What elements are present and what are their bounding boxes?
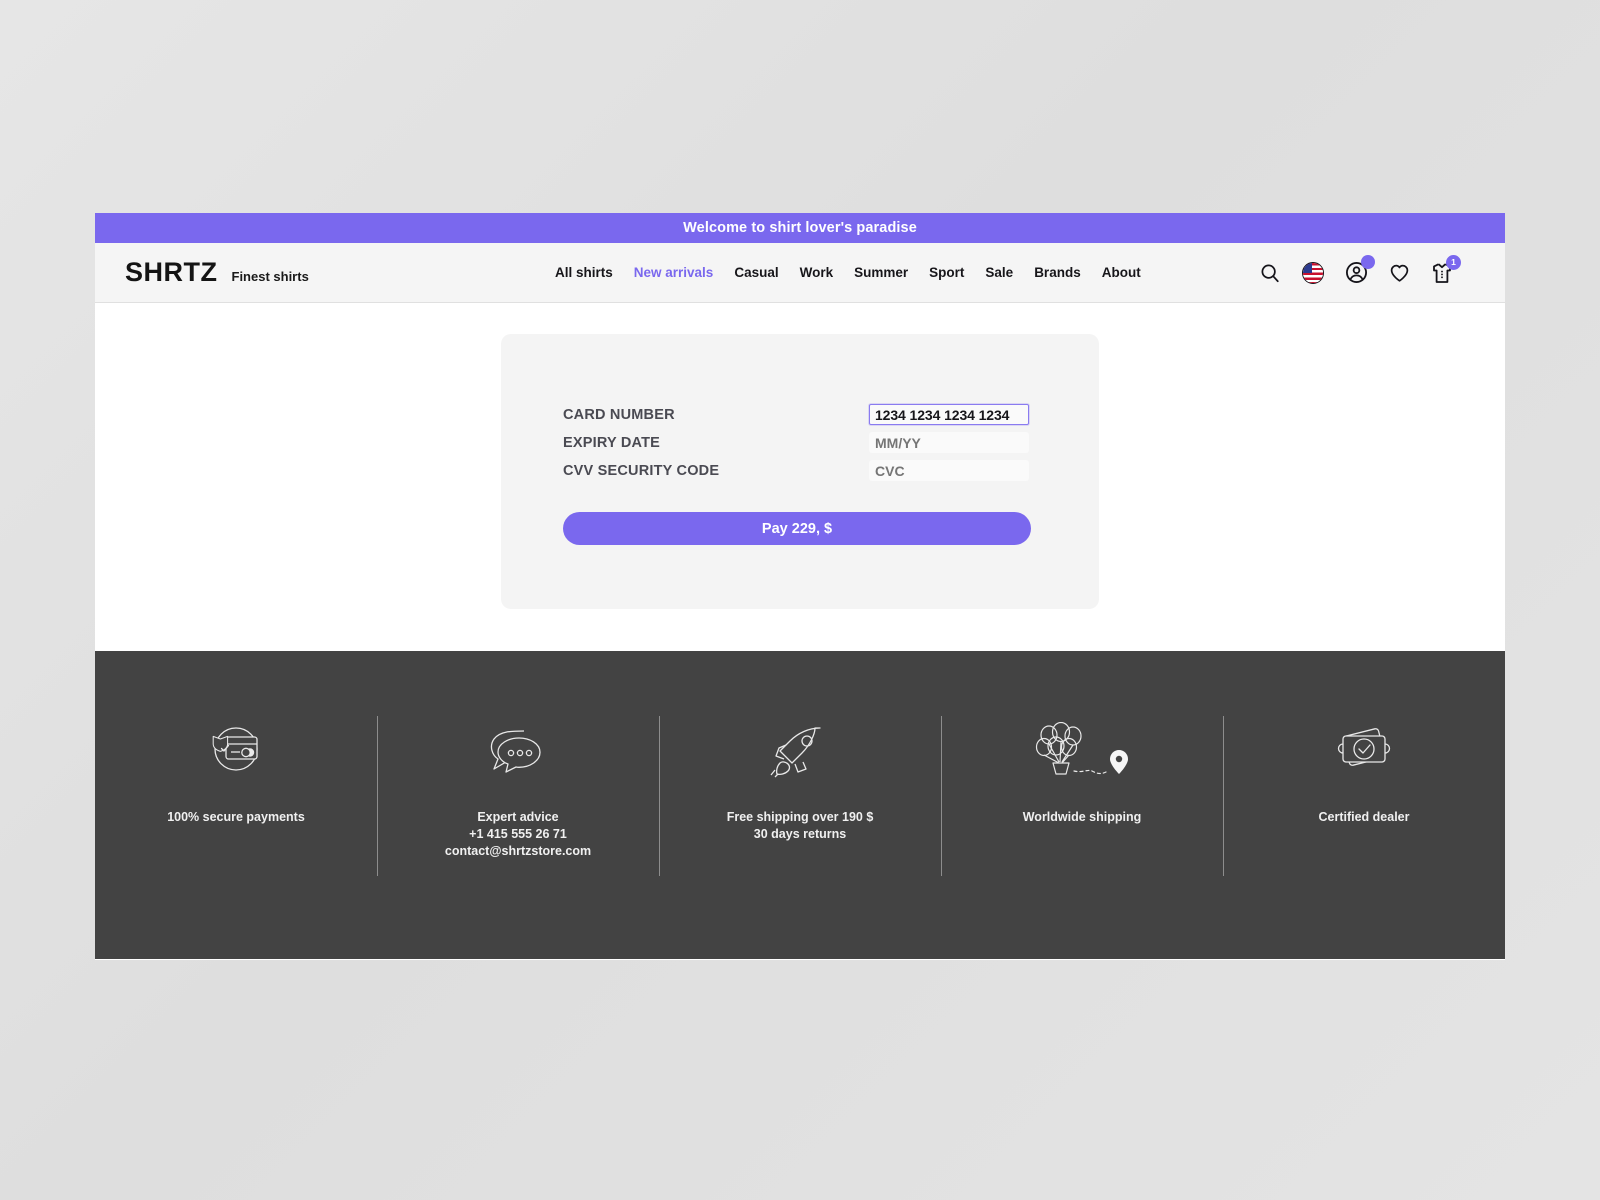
pay-button[interactable]: Pay 229, $ — [563, 512, 1031, 545]
page-main: CARD NUMBER EXPIRY DATE CVV SECURITY COD… — [95, 303, 1505, 651]
certified-badge-icon — [1332, 719, 1396, 783]
nav-link-about[interactable]: About — [1102, 265, 1141, 280]
footer-line: 30 days returns — [753, 827, 847, 841]
shirt-cart-icon[interactable]: 1 — [1429, 254, 1461, 286]
account-icon[interactable] — [1343, 254, 1375, 286]
rocket-icon — [766, 719, 834, 783]
header-actions: 1 — [1257, 254, 1475, 286]
nav-link-all-shirts[interactable]: All shirts — [555, 265, 613, 280]
nav-link-work[interactable]: Work — [800, 265, 834, 280]
announcement-bar: Welcome to shirt lover's paradise — [95, 213, 1505, 243]
nav-link-sale[interactable]: Sale — [985, 265, 1013, 280]
footer-line: 100% secure payments — [167, 810, 305, 824]
footer-col-secure-payments: 100% secure payments — [95, 719, 377, 826]
balloons-delivery-icon — [1027, 719, 1137, 783]
footer-email[interactable]: contact@shrtzstore.com — [445, 843, 591, 860]
footer-col-expert-advice: Expert advice +1 415 555 26 71 contact@s… — [377, 716, 659, 876]
nav-link-sport[interactable]: Sport — [929, 265, 964, 280]
footer-text-certified-dealer: Certified dealer — [1318, 809, 1409, 826]
form-row-expiry-date: EXPIRY DATE — [563, 432, 1029, 453]
footer-line: Certified dealer — [1318, 810, 1410, 824]
card-number-input[interactable] — [869, 404, 1029, 425]
footer-line: Worldwide shipping — [1022, 810, 1142, 824]
store-page: Welcome to shirt lover's paradise SHRTZ … — [95, 213, 1505, 960]
card-number-label: CARD NUMBER — [563, 406, 675, 423]
footer-line: Free shipping over 190 $ — [726, 810, 874, 824]
footer-text-expert-advice: Expert advice +1 415 555 26 71 contact@s… — [445, 809, 591, 860]
footer-text-secure-payments: 100% secure payments — [167, 809, 305, 826]
footer-col-free-shipping: Free shipping over 190 $ 30 days returns — [659, 716, 941, 876]
nav-link-brands[interactable]: Brands — [1034, 265, 1081, 280]
nav-link-casual[interactable]: Casual — [734, 265, 778, 280]
chat-bubbles-icon — [483, 719, 553, 783]
secure-payment-card-icon — [205, 719, 267, 783]
brand-tagline: Finest shirts — [231, 269, 309, 284]
expiry-date-input[interactable] — [869, 432, 1029, 453]
us-flag-icon[interactable] — [1300, 260, 1326, 286]
form-row-cvv: CVV SECURITY CODE — [563, 460, 1029, 481]
cvv-label: CVV SECURITY CODE — [563, 462, 720, 479]
payment-card: CARD NUMBER EXPIRY DATE CVV SECURITY COD… — [501, 334, 1099, 609]
cart-badge: 1 — [1446, 254, 1461, 270]
brand-logo[interactable]: SHRTZ — [125, 257, 218, 288]
brand-block[interactable]: SHRTZ Finest shirts — [125, 257, 555, 288]
site-footer: 100% secure payments Expert advice +1 41… — [95, 651, 1505, 959]
main-nav: All shirts New arrivals Casual Work Summ… — [555, 265, 1257, 280]
heart-icon[interactable] — [1386, 260, 1412, 286]
form-row-card-number: CARD NUMBER — [563, 404, 1029, 425]
expiry-date-label: EXPIRY DATE — [563, 434, 661, 451]
footer-line: Expert advice — [477, 810, 559, 824]
account-badge — [1361, 254, 1375, 269]
footer-text-worldwide-shipping: Worldwide shipping — [1023, 809, 1142, 826]
footer-col-certified-dealer: Certified dealer — [1223, 716, 1505, 876]
cvv-input[interactable] — [869, 460, 1029, 481]
site-header: SHRTZ Finest shirts All shirts New arriv… — [95, 243, 1505, 303]
nav-link-summer[interactable]: Summer — [854, 265, 908, 280]
footer-col-worldwide-shipping: Worldwide shipping — [941, 716, 1223, 876]
search-icon[interactable] — [1257, 260, 1283, 286]
announcement-text: Welcome to shirt lover's paradise — [683, 220, 917, 236]
nav-link-new-arrivals[interactable]: New arrivals — [634, 265, 714, 280]
footer-phone[interactable]: +1 415 555 26 71 — [445, 826, 591, 843]
footer-text-free-shipping: Free shipping over 190 $ 30 days returns — [727, 809, 874, 843]
